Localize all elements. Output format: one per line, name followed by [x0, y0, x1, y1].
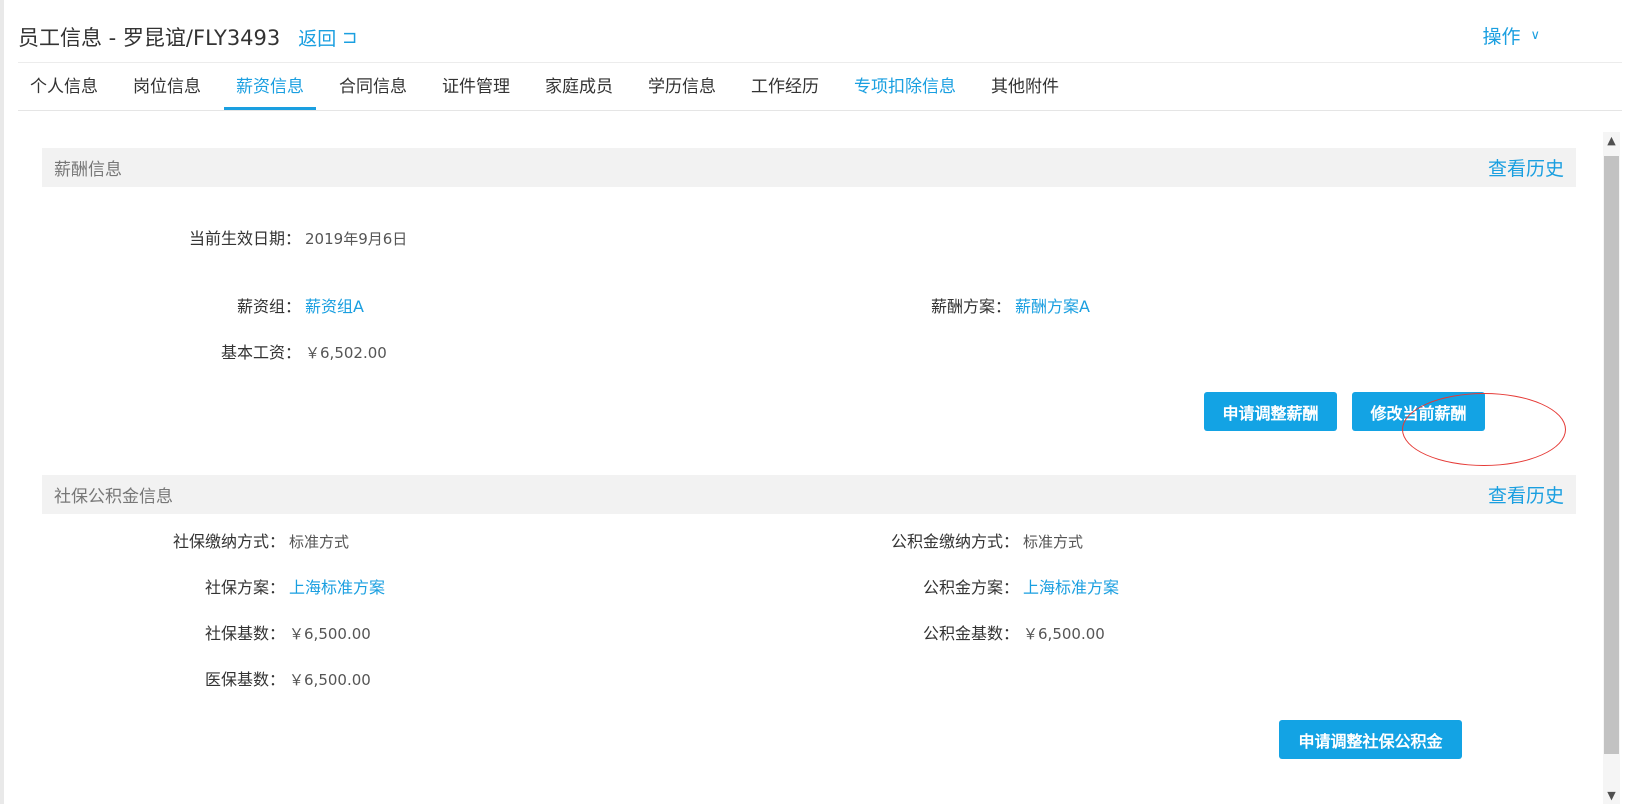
hf-plan-link[interactable]: 上海标准方案: [1023, 574, 1119, 598]
salary-group-label: 薪资组：: [237, 297, 302, 316]
effective-date-field: 当前生效日期： 2019年9月6日: [189, 225, 407, 249]
chevron-down-icon: ∨: [1530, 28, 1540, 43]
tab-position-info[interactable]: 岗位信息: [121, 66, 213, 110]
hf-method-label: 公积金缴纳方式：: [891, 532, 1020, 551]
salary-section-title: 薪酬信息: [54, 160, 122, 180]
tab-contract-info[interactable]: 合同信息: [327, 66, 419, 110]
salary-group-field: 薪资组： 薪资组A: [237, 293, 364, 317]
salary-section-header: 薪酬信息 查看历史: [42, 148, 1576, 187]
ss-base-value: ￥6,500.00: [289, 625, 371, 643]
tabs-divider: [18, 110, 1622, 111]
base-salary-field: 基本工资： ￥6,502.00: [221, 339, 387, 363]
return-icon: ⊐: [342, 26, 358, 48]
modify-current-salary-button[interactable]: 修改当前薪酬: [1352, 392, 1485, 431]
vertical-scrollbar[interactable]: ▲ ▼: [1603, 132, 1620, 804]
base-salary-label: 基本工资：: [221, 343, 302, 362]
effective-date-value: 2019年9月6日: [305, 230, 408, 248]
salary-plan-link[interactable]: 薪酬方案A: [1015, 293, 1090, 317]
scroll-down-arrow-icon[interactable]: ▼: [1603, 787, 1620, 804]
salary-history-link[interactable]: 查看历史: [1488, 154, 1564, 181]
base-salary-value: ￥6,502.00: [305, 344, 387, 362]
back-link[interactable]: 返回 ⊐: [298, 24, 357, 51]
salary-group-link[interactable]: 薪资组A: [305, 293, 364, 317]
social-history-link[interactable]: 查看历史: [1488, 481, 1564, 508]
header-divider: [18, 62, 1622, 63]
hf-method-value: 标准方式: [1023, 533, 1084, 551]
tab-bar: 个人信息 岗位信息 薪资信息 合同信息 证件管理 家庭成员 学历信息 工作经历 …: [18, 66, 1082, 110]
med-base-label: 医保基数：: [205, 670, 286, 689]
ss-plan-label: 社保方案：: [205, 578, 286, 597]
scrollbar-thumb[interactable]: [1604, 156, 1619, 754]
hf-base-field: 公积金基数： ￥6,500.00: [923, 620, 1105, 644]
med-base-value: ￥6,500.00: [289, 671, 371, 689]
page-header: 员工信息 - 罗昆谊/FLY3493 返回 ⊐: [18, 20, 357, 54]
apply-salary-adjust-button[interactable]: 申请调整薪酬: [1204, 392, 1337, 431]
ss-base-label: 社保基数：: [205, 624, 286, 643]
ss-plan-field: 社保方案： 上海标准方案: [205, 574, 385, 598]
hf-base-label: 公积金基数：: [923, 624, 1020, 643]
tab-other-attachments[interactable]: 其他附件: [979, 66, 1071, 110]
back-label: 返回: [298, 27, 337, 50]
scroll-up-arrow-icon[interactable]: ▲: [1603, 132, 1620, 149]
salary-plan-label: 薪酬方案：: [931, 297, 1012, 316]
tab-work-experience[interactable]: 工作经历: [739, 66, 831, 110]
ss-plan-link[interactable]: 上海标准方案: [289, 574, 385, 598]
tab-special-deductions[interactable]: 专项扣除信息: [842, 66, 968, 110]
operations-label: 操作: [1482, 26, 1521, 48]
hf-base-value: ￥6,500.00: [1023, 625, 1105, 643]
tab-salary-info[interactable]: 薪资信息: [224, 66, 316, 110]
effective-date-label: 当前生效日期：: [189, 229, 302, 248]
ss-method-value: 标准方式: [289, 533, 350, 551]
ss-method-label: 社保缴纳方式：: [173, 532, 286, 551]
left-edge-divider: [0, 0, 4, 804]
social-section-header: 社保公积金信息 查看历史: [42, 475, 1576, 514]
page-title: 员工信息 - 罗昆谊/FLY3493: [18, 26, 281, 50]
tab-personal-info[interactable]: 个人信息: [18, 66, 110, 110]
salary-plan-field: 薪酬方案： 薪酬方案A: [931, 293, 1090, 317]
hf-plan-field: 公积金方案： 上海标准方案: [923, 574, 1119, 598]
hf-plan-label: 公积金方案：: [923, 578, 1020, 597]
med-base-field: 医保基数： ￥6,500.00: [205, 666, 371, 690]
tab-certificates[interactable]: 证件管理: [430, 66, 522, 110]
ss-base-field: 社保基数： ￥6,500.00: [205, 620, 371, 644]
operations-menu[interactable]: 操作 ∨: [1482, 22, 1540, 49]
tab-family-members[interactable]: 家庭成员: [533, 66, 625, 110]
hf-method-field: 公积金缴纳方式： 标准方式: [891, 528, 1083, 552]
tab-education-info[interactable]: 学历信息: [636, 66, 728, 110]
social-section-title: 社保公积金信息: [54, 487, 173, 507]
apply-social-adjust-button[interactable]: 申请调整社保公积金: [1279, 720, 1462, 759]
ss-method-field: 社保缴纳方式： 标准方式: [173, 528, 349, 552]
